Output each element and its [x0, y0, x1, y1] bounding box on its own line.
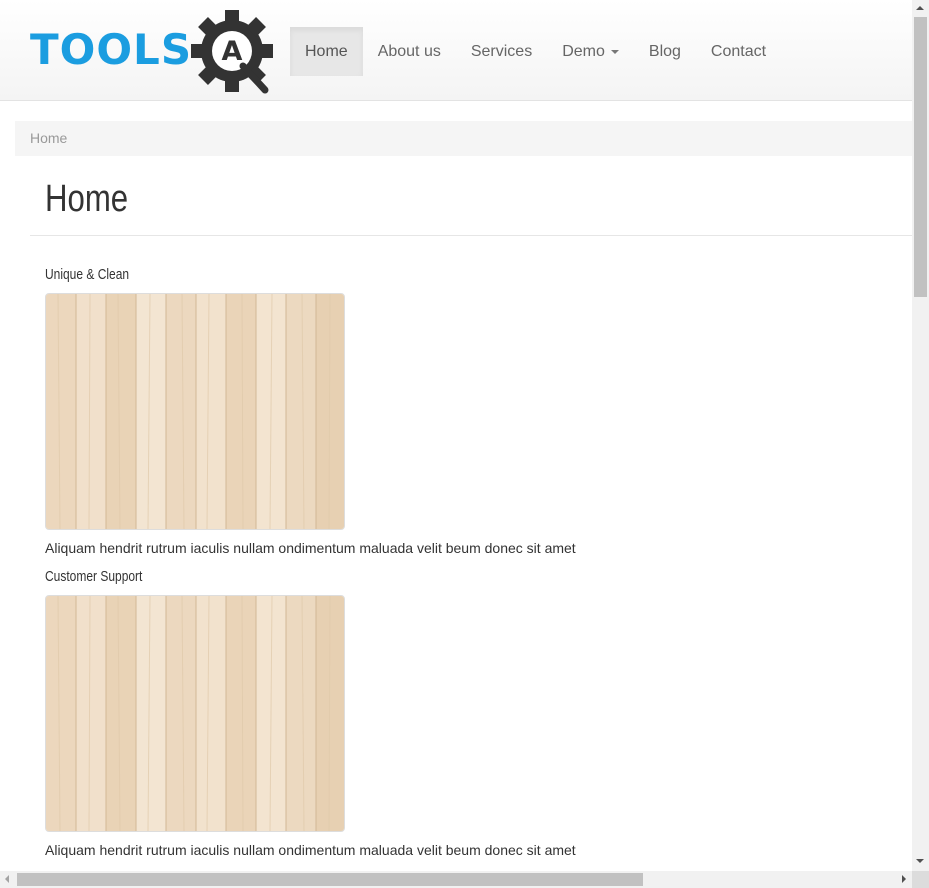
gear-icon: A: [191, 10, 273, 94]
caret-down-icon: [610, 49, 619, 54]
feature-title: Unique & Clean: [45, 266, 130, 283]
site-header: TOOLS A Home About us Services Demo Blog…: [0, 0, 912, 101]
logo-text: TOOLS: [30, 25, 193, 74]
nav-services-label: Services: [470, 43, 533, 60]
nav-blog-label: Blog: [648, 43, 681, 60]
feature-image-wood: [45, 595, 345, 832]
feature-title: Customer Support: [45, 568, 143, 585]
feature-description: Aliquam hendrit rutrum iaculis nullam on…: [45, 842, 576, 858]
nav-home-label: Home: [305, 43, 348, 60]
main-nav: Home About us Services Demo Blog Contact: [290, 27, 781, 76]
page-viewport: TOOLS A Home About us Services Demo Blog…: [0, 0, 912, 871]
scroll-right-arrow-icon[interactable]: [902, 875, 906, 883]
title-divider: [30, 235, 912, 236]
nav-home[interactable]: Home: [290, 27, 363, 76]
vertical-scrollbar-thumb[interactable]: [914, 17, 927, 297]
scrollbar-corner: [912, 871, 929, 888]
vertical-scrollbar[interactable]: [912, 0, 929, 871]
scroll-down-arrow-icon[interactable]: [916, 859, 924, 863]
scroll-left-arrow-icon[interactable]: [5, 875, 9, 883]
logo-gear-letter: A: [222, 36, 243, 67]
feature-image-wood: [45, 293, 345, 530]
feature-block: Customer Support Aliquam hendrit rutrum …: [45, 567, 576, 858]
horizontal-scrollbar[interactable]: [0, 871, 912, 888]
feature-description: Aliquam hendrit rutrum iaculis nullam on…: [45, 540, 576, 556]
nav-demo[interactable]: Demo: [547, 27, 634, 76]
breadcrumb: Home: [15, 121, 912, 156]
site-logo[interactable]: TOOLS A: [30, 6, 280, 94]
nav-services[interactable]: Services: [456, 27, 547, 76]
scroll-up-arrow-icon[interactable]: [916, 6, 924, 10]
breadcrumb-current: Home: [30, 130, 68, 146]
nav-about-us[interactable]: About us: [363, 27, 456, 76]
nav-contact[interactable]: Contact: [696, 27, 781, 76]
nav-demo-label: Demo: [562, 43, 605, 60]
nav-blog[interactable]: Blog: [634, 27, 696, 76]
nav-contact-label: Contact: [710, 43, 767, 60]
nav-about-us-label: About us: [377, 43, 441, 60]
feature-block: Unique & Clean Aliquam hendrit rutrum ia…: [45, 265, 576, 556]
page-title: Home: [45, 178, 129, 220]
horizontal-scrollbar-thumb[interactable]: [17, 873, 643, 886]
